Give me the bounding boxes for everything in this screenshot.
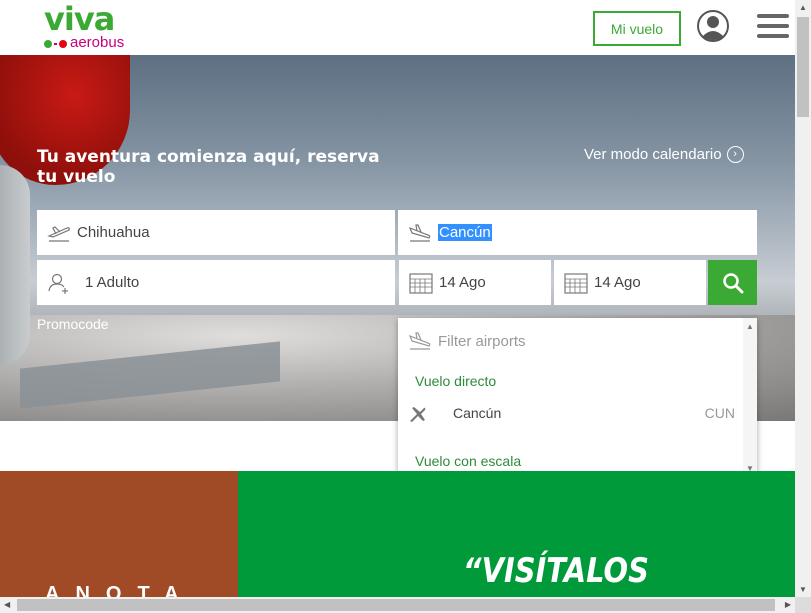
destination-field[interactable]: Cancún	[398, 210, 757, 255]
airport-option-name: Cancún	[453, 405, 502, 421]
passengers-field[interactable]: 1 Adulto	[37, 260, 395, 305]
promo-banner-right[interactable]: “VISÍTALOS	[238, 471, 795, 597]
return-date-value: 14 Ago	[594, 274, 641, 291]
direct-flight-group: Vuelo directo	[415, 373, 497, 389]
airport-option-cancun[interactable]: Cancún CUN	[398, 398, 743, 428]
calendar-icon	[564, 272, 588, 294]
calendar-icon	[409, 272, 433, 294]
airport-dropdown: Filter airports Vuelo directo Cancún CUN…	[398, 318, 757, 477]
origin-value: Chihuahua	[77, 224, 150, 241]
search-icon	[722, 272, 743, 293]
calendar-mode-link[interactable]: Ver modo calendario ›	[584, 146, 744, 163]
destination-value: Cancún	[438, 224, 492, 241]
landing-plane-icon	[408, 223, 431, 242]
vertical-scrollbar[interactable]: ▲ ▼	[795, 0, 811, 597]
vertical-scroll-thumb[interactable]	[797, 17, 809, 117]
mi-vuelo-button[interactable]: Mi vuelo	[593, 11, 681, 46]
scroll-down-icon[interactable]: ▼	[799, 585, 807, 594]
takeoff-plane-icon	[47, 225, 70, 242]
departure-date-value: 14 Ago	[439, 274, 486, 291]
promo-banner-right-text: “VISÍTALOS	[463, 551, 649, 591]
scroll-left-icon[interactable]: ◀	[4, 600, 10, 609]
scroll-up-icon[interactable]: ▲	[799, 3, 807, 12]
airport-filter-placeholder: Filter airports	[438, 332, 526, 350]
site-header: viva aerobus Mi vuelo	[0, 0, 795, 55]
add-passenger-icon	[48, 273, 68, 294]
logo-wordmark: viva	[44, 0, 115, 38]
airplane-icon	[410, 407, 426, 422]
origin-field[interactable]: Chihuahua	[37, 210, 395, 255]
airport-filter-input[interactable]: Filter airports	[408, 330, 526, 352]
departure-date-field[interactable]: 14 Ago	[399, 260, 551, 305]
search-button[interactable]	[708, 260, 757, 305]
vivaaerobus-logo[interactable]: viva aerobus	[44, 0, 124, 51]
return-date-field[interactable]: 14 Ago	[554, 260, 706, 305]
hero-title: Tu aventura comienza aquí, reserva tu vu…	[37, 147, 380, 187]
airplane-fuselage-image	[0, 165, 30, 365]
airport-option-code: CUN	[704, 405, 735, 421]
logo-aerobus-text: aerobus	[70, 34, 125, 51]
promocode-link[interactable]: Promocode	[37, 316, 109, 332]
calendar-mode-label: Ver modo calendario	[584, 146, 722, 163]
hamburger-menu-icon[interactable]	[757, 14, 789, 38]
scroll-up-icon[interactable]: ▲	[746, 322, 754, 331]
passengers-value: 1 Adulto	[85, 274, 140, 291]
horizontal-scroll-thumb[interactable]	[17, 599, 775, 611]
layover-flight-group: Vuelo con escala	[415, 453, 522, 469]
horizontal-scrollbar[interactable]: ◀ ▶	[0, 597, 795, 613]
scroll-right-icon[interactable]: ▶	[785, 600, 791, 609]
user-circle-icon[interactable]	[697, 10, 729, 42]
scrollbar-corner	[795, 597, 811, 613]
logo-subline: aerobus	[44, 35, 134, 51]
promo-banner-left[interactable]: ANOTA	[0, 471, 238, 605]
landing-plane-icon	[408, 332, 431, 350]
dropdown-scrollbar[interactable]: ▲ ▼	[743, 318, 757, 477]
chevron-right-circle-icon: ›	[726, 146, 744, 163]
